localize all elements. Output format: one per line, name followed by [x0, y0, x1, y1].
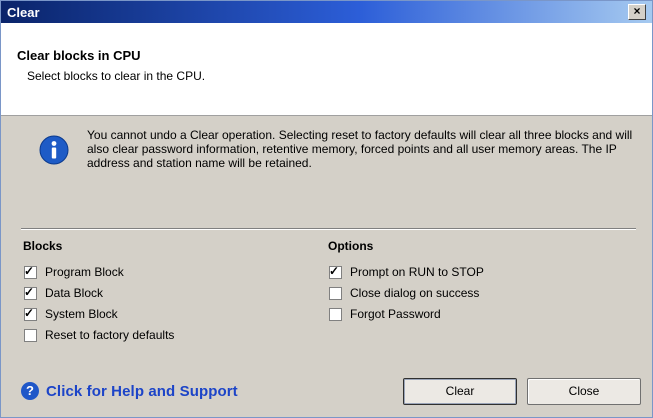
check-icon: ✓: [24, 305, 35, 320]
check-icon: ✓: [329, 263, 340, 278]
divider: [21, 228, 636, 230]
checkbox-label: Reset to factory defaults: [45, 328, 175, 342]
checkbox-label: Data Block: [45, 286, 104, 300]
checkbox-row-close-dialog-on-success[interactable]: Close dialog on success: [329, 286, 479, 300]
checkbox-label: Program Block: [45, 265, 124, 279]
clear-dialog: Clear × Clear blocks in CPU Select block…: [0, 0, 653, 418]
options-group-title: Options: [328, 239, 374, 253]
blocks-group-title: Blocks: [23, 239, 63, 253]
checkbox-label: Forgot Password: [350, 307, 441, 321]
page-subtitle: Select blocks to clear in the CPU.: [27, 69, 206, 83]
title-bar[interactable]: Clear ×: [1, 1, 652, 23]
clear-button[interactable]: Clear: [403, 378, 517, 405]
close-icon[interactable]: ×: [628, 4, 646, 20]
checkbox-label: Prompt on RUN to STOP: [350, 265, 484, 279]
checkbox[interactable]: ✓: [24, 263, 37, 279]
checkbox[interactable]: ✓: [24, 284, 37, 300]
checkbox[interactable]: ✓: [329, 263, 342, 279]
info-icon: [39, 135, 69, 165]
checkbox[interactable]: [329, 286, 342, 300]
help-support-label: Click for Help and Support: [46, 382, 238, 400]
checkbox-row-data-block[interactable]: ✓ Data Block: [24, 284, 104, 300]
checkbox-row-reset-to-factory-defaults[interactable]: Reset to factory defaults: [24, 328, 174, 342]
checkbox-label: Close dialog on success: [350, 286, 480, 300]
window-title: Clear: [7, 5, 40, 20]
info-panel: You cannot undo a Clear operation. Selec…: [1, 117, 652, 187]
help-icon: ?: [21, 382, 39, 400]
page-title: Clear blocks in CPU: [17, 48, 141, 63]
header-panel: Clear blocks in CPU Select blocks to cle…: [1, 23, 652, 116]
check-icon: ✓: [24, 284, 35, 299]
checkbox[interactable]: ✓: [24, 305, 37, 321]
checkbox-row-program-block[interactable]: ✓ Program Block: [24, 263, 124, 279]
checkbox[interactable]: [24, 328, 37, 342]
check-icon: ✓: [24, 263, 35, 278]
checkbox-row-system-block[interactable]: ✓ System Block: [24, 305, 118, 321]
help-support-link[interactable]: ? Click for Help and Support: [21, 381, 238, 401]
checkbox-row-forgot-password[interactable]: Forgot Password: [329, 307, 441, 321]
warning-message: You cannot undo a Clear operation. Selec…: [87, 128, 633, 170]
checkbox-label: System Block: [45, 307, 118, 321]
checkbox-row-prompt-on-run-to-stop[interactable]: ✓ Prompt on RUN to STOP: [329, 263, 484, 279]
close-button[interactable]: Close: [527, 378, 641, 405]
checkbox[interactable]: [329, 307, 342, 321]
